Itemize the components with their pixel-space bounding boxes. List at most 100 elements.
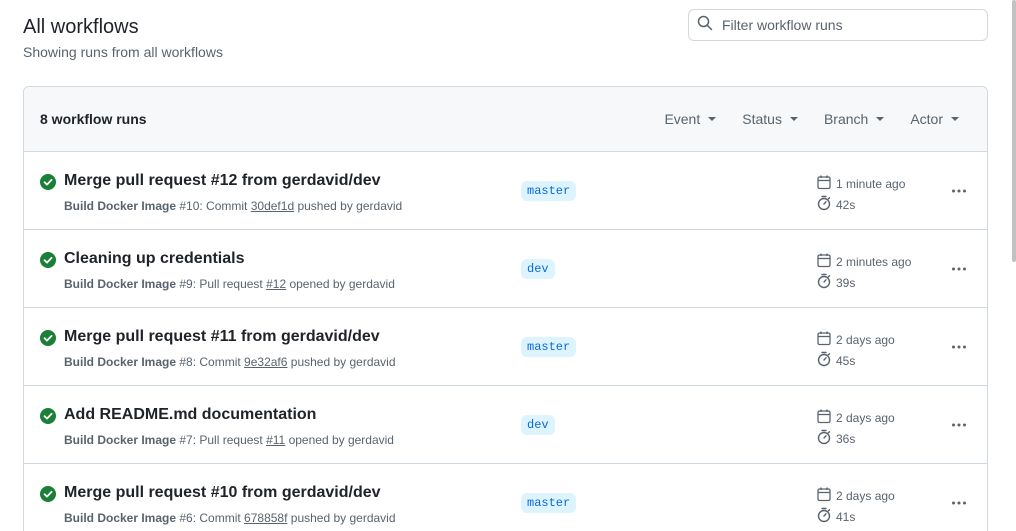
run-duration-value: 39s bbox=[836, 275, 856, 290]
chevron-down-icon bbox=[951, 117, 959, 121]
workflow-name: Build Docker Image bbox=[64, 277, 177, 291]
run-meta: Build Docker Image #7: Pull request #11 … bbox=[64, 433, 394, 447]
branch-label[interactable]: master bbox=[521, 337, 577, 357]
run-trigger-text: pushed by gerdavid bbox=[294, 199, 403, 213]
run-duration: 41s bbox=[816, 507, 855, 526]
workflow-name: Build Docker Image bbox=[64, 199, 177, 213]
workflow-name: Build Docker Image bbox=[64, 355, 177, 369]
run-meta: Build Docker Image #9: Pull request #12 … bbox=[64, 277, 395, 291]
runs-filter-bar: Event Status Branch Actor bbox=[638, 111, 987, 127]
run-ref-link[interactable]: #11 bbox=[266, 433, 285, 447]
branch-label[interactable]: dev bbox=[521, 415, 555, 435]
run-trigger-text: opened by gerdavid bbox=[286, 277, 395, 291]
run-duration-value: 36s bbox=[836, 431, 856, 446]
workflow-name: Build Docker Image bbox=[64, 511, 177, 525]
kebab-horizontal-icon[interactable] bbox=[948, 180, 970, 202]
filter-workflow-runs-field[interactable] bbox=[688, 9, 988, 41]
run-trigger-text: opened by gerdavid bbox=[285, 433, 394, 447]
chevron-down-icon bbox=[876, 117, 885, 121]
run-title-link[interactable]: Merge pull request #10 from gerdavid/dev bbox=[64, 484, 381, 502]
check-circle-icon bbox=[40, 408, 56, 424]
run-number: #7: Pull request bbox=[176, 433, 267, 447]
run-title-link[interactable]: Add README.md documentation bbox=[64, 406, 316, 424]
run-meta: Build Docker Image #10: Commit 30def1d p… bbox=[64, 199, 402, 213]
run-date: 2 minutes ago bbox=[816, 252, 911, 271]
workflow-runs-count: 8 workflow runs bbox=[40, 111, 147, 127]
kebab-horizontal-icon[interactable] bbox=[948, 258, 970, 280]
calendar-icon bbox=[816, 486, 836, 505]
run-number: #9: Pull request bbox=[176, 277, 267, 291]
kebab-horizontal-icon[interactable] bbox=[948, 336, 970, 358]
workflow-run-row[interactable]: Merge pull request #12 from gerdavid/dev… bbox=[24, 152, 987, 230]
branch-label[interactable]: dev bbox=[521, 259, 555, 279]
run-duration: 42s bbox=[816, 195, 855, 214]
run-time-ago: 2 minutes ago bbox=[836, 254, 912, 269]
run-duration-value: 42s bbox=[836, 197, 856, 212]
calendar-icon bbox=[816, 330, 836, 349]
run-trigger-text: pushed by gerdavid bbox=[287, 511, 396, 525]
run-date: 2 days ago bbox=[816, 486, 895, 505]
run-title-link[interactable]: Merge pull request #11 from gerdavid/dev bbox=[64, 328, 380, 346]
event-filter-label: Event bbox=[664, 111, 701, 127]
stopwatch-icon bbox=[816, 351, 836, 370]
run-title-link[interactable]: Cleaning up credentials bbox=[64, 250, 244, 268]
branch-label[interactable]: master bbox=[521, 181, 577, 201]
run-duration: 39s bbox=[816, 273, 855, 292]
run-trigger-text: pushed by gerdavid bbox=[287, 355, 396, 369]
workflow-runs-list: 8 workflow runs Event Status Branch Acto… bbox=[23, 86, 988, 531]
run-meta: Build Docker Image #6: Commit 678858f pu… bbox=[64, 511, 396, 525]
check-circle-icon bbox=[40, 252, 56, 268]
calendar-icon bbox=[816, 174, 836, 193]
page-scrollbar[interactable] bbox=[1012, 0, 1016, 262]
branch-filter-label: Branch bbox=[823, 111, 869, 127]
workflow-run-row[interactable]: Merge pull request #10 from gerdavid/dev… bbox=[24, 464, 987, 531]
run-number: #6: Commit bbox=[176, 511, 245, 525]
run-time-ago: 2 days ago bbox=[836, 488, 895, 503]
stopwatch-icon bbox=[816, 507, 836, 526]
check-circle-icon bbox=[40, 330, 56, 346]
run-ref-link[interactable]: 30def1d bbox=[251, 199, 294, 213]
run-ref-link[interactable]: 678858f bbox=[244, 511, 287, 525]
run-ref-link[interactable]: #12 bbox=[266, 277, 286, 291]
chevron-down-icon bbox=[789, 117, 798, 121]
page-subtitle: Showing runs from all workflows bbox=[23, 44, 223, 60]
workflow-run-row[interactable]: Merge pull request #11 from gerdavid/dev… bbox=[24, 308, 987, 386]
run-ref-link[interactable]: 9e32af6 bbox=[244, 355, 287, 369]
run-duration-value: 41s bbox=[836, 509, 856, 524]
calendar-icon bbox=[816, 252, 836, 271]
run-time-ago: 2 days ago bbox=[836, 410, 895, 425]
event-filter-button[interactable]: Event bbox=[664, 111, 717, 127]
stopwatch-icon bbox=[816, 273, 836, 292]
run-date: 1 minute ago bbox=[816, 174, 905, 193]
run-number: #10: Commit bbox=[176, 199, 251, 213]
kebab-horizontal-icon[interactable] bbox=[948, 414, 970, 436]
run-duration: 36s bbox=[816, 429, 855, 448]
workflow-name: Build Docker Image bbox=[64, 433, 177, 447]
branch-label[interactable]: master bbox=[521, 493, 577, 513]
status-filter-label: Status bbox=[742, 111, 782, 127]
page-title: All workflows bbox=[23, 16, 139, 38]
run-time-ago: 1 minute ago bbox=[836, 176, 906, 191]
run-time-ago: 2 days ago bbox=[836, 332, 895, 347]
run-meta: Build Docker Image #8: Commit 9e32af6 pu… bbox=[64, 355, 396, 369]
run-number: #8: Commit bbox=[176, 355, 245, 369]
branch-filter-button[interactable]: Branch bbox=[823, 111, 885, 127]
filter-workflow-runs-input[interactable] bbox=[722, 17, 982, 33]
actor-filter-label: Actor bbox=[910, 111, 943, 127]
runs-list-header: 8 workflow runs Event Status Branch Acto… bbox=[24, 87, 987, 152]
search-icon bbox=[697, 15, 722, 36]
check-circle-icon bbox=[40, 174, 56, 190]
workflow-run-row[interactable]: Cleaning up credentials Build Docker Ima… bbox=[24, 230, 987, 308]
kebab-horizontal-icon[interactable] bbox=[948, 492, 970, 514]
run-date: 2 days ago bbox=[816, 330, 895, 349]
run-duration-value: 45s bbox=[836, 353, 856, 368]
actor-filter-button[interactable]: Actor bbox=[910, 111, 959, 127]
chevron-down-icon bbox=[708, 117, 717, 121]
run-title-link[interactable]: Merge pull request #12 from gerdavid/dev bbox=[64, 172, 381, 190]
stopwatch-icon bbox=[816, 429, 836, 448]
run-date: 2 days ago bbox=[816, 408, 895, 427]
workflow-run-row[interactable]: Add README.md documentation Build Docker… bbox=[24, 386, 987, 464]
status-filter-button[interactable]: Status bbox=[742, 111, 798, 127]
calendar-icon bbox=[816, 408, 836, 427]
check-circle-icon bbox=[40, 486, 56, 502]
